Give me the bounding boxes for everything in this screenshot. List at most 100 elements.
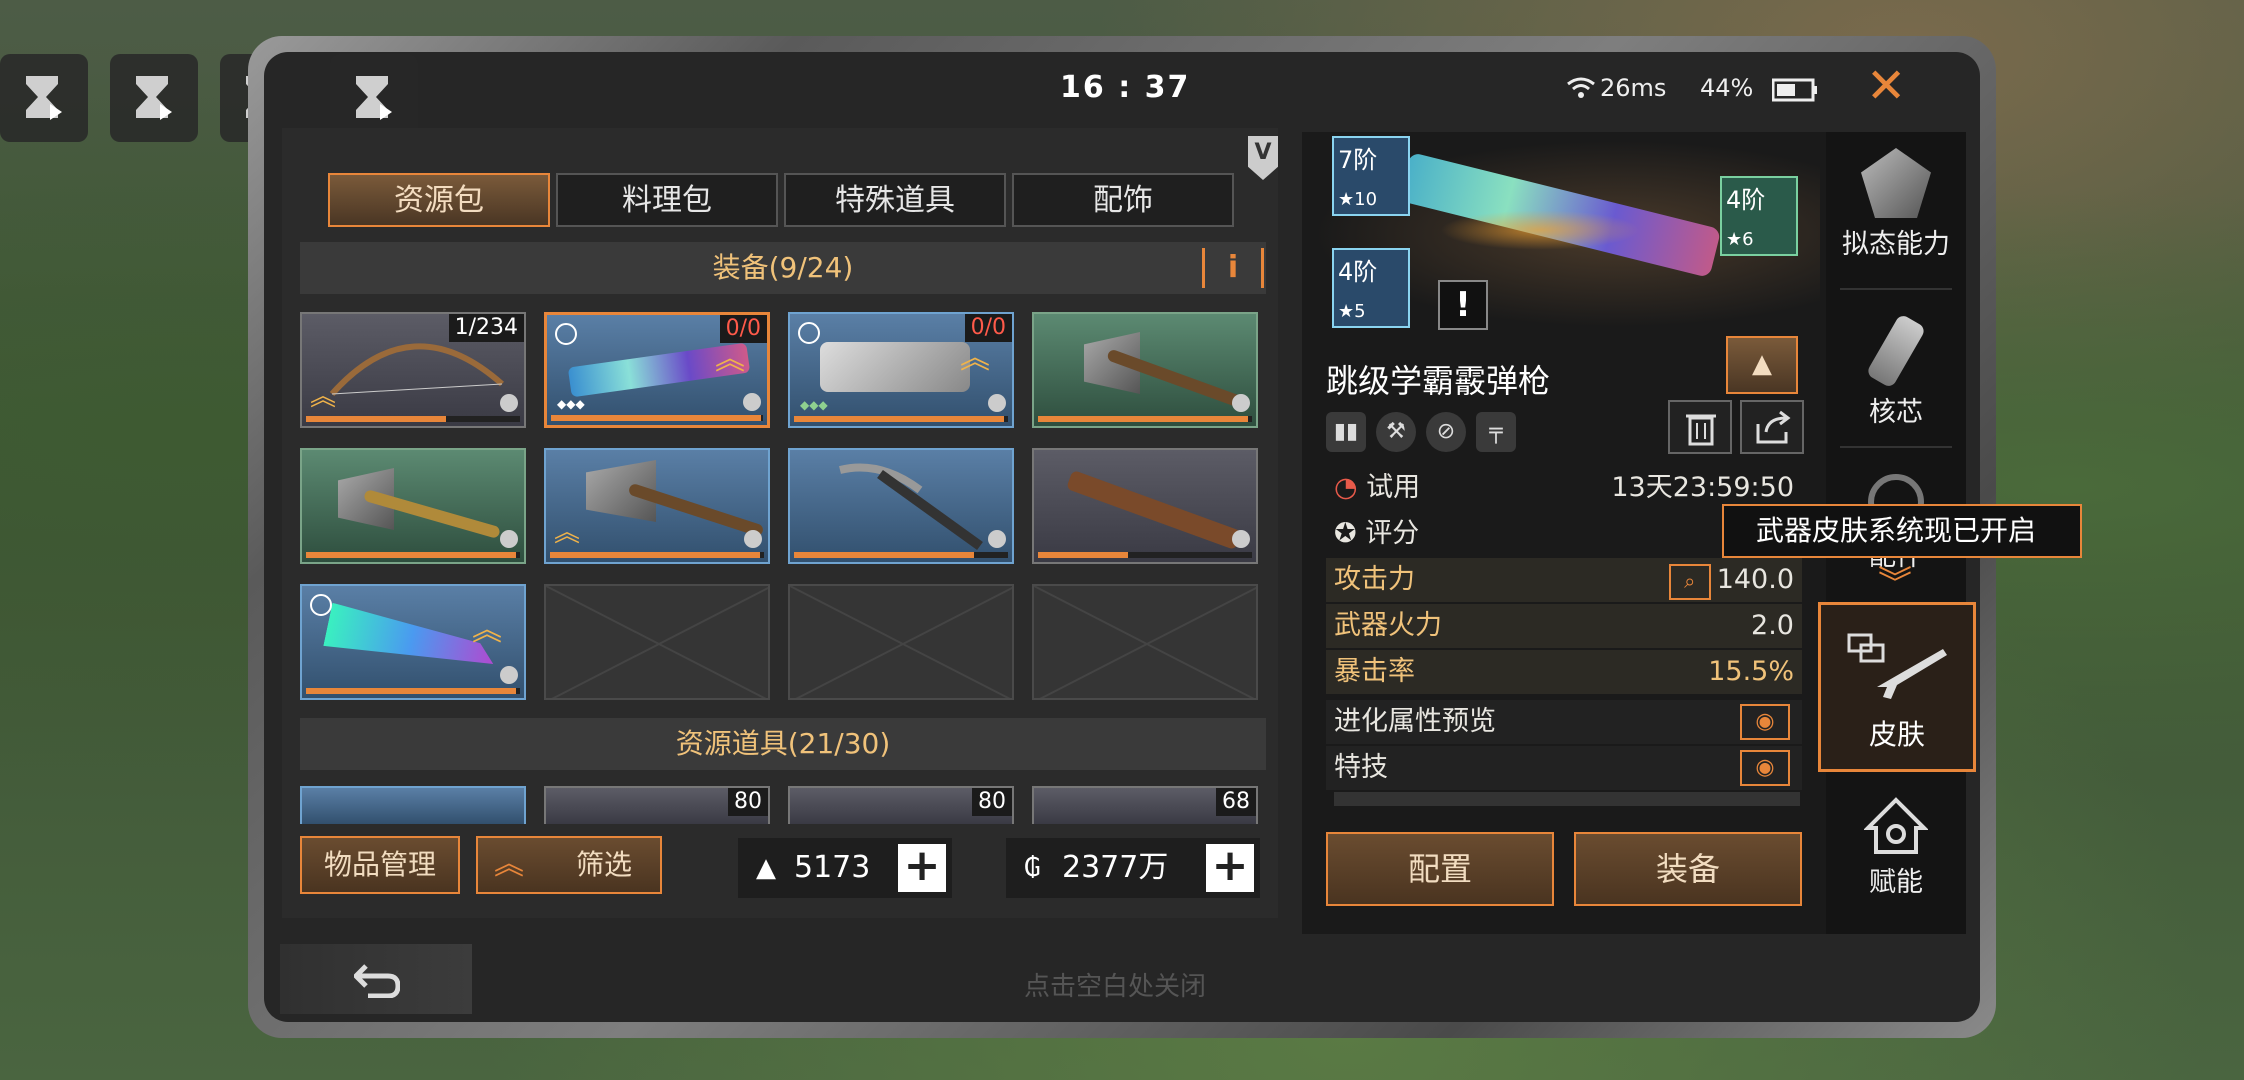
hourglass-play-icon xyxy=(356,76,392,120)
durability-bar xyxy=(306,416,446,422)
tier-badge-left[interactable]: 4阶 ★5 xyxy=(1332,248,1410,328)
item-slot-shotgun-selected[interactable]: 0/0 ︽ ◆◆◆ xyxy=(544,312,770,428)
ammo-icon: ▮▮ xyxy=(1326,412,1366,452)
weapon-name: 跳级学霸霰弹枪 xyxy=(1326,362,1551,400)
gold-bar-icon: ▲ xyxy=(756,853,776,883)
item-slot-bat[interactable] xyxy=(1032,448,1258,564)
durability-bar xyxy=(794,552,974,558)
clock-icon: ◔ xyxy=(1334,472,1358,503)
tab-resource-pack[interactable]: 资源包 xyxy=(328,173,550,227)
item-manage-button[interactable]: 物品管理 xyxy=(300,836,460,894)
ping-value: 26ms xyxy=(1600,74,1667,102)
back-arrow-icon xyxy=(354,964,400,998)
filter-label: 筛选 xyxy=(575,848,632,881)
stat-label: 武器火力 xyxy=(1334,610,1442,641)
durability-bar xyxy=(306,688,516,694)
empty-slot[interactable] xyxy=(788,584,1014,700)
tab-special-items[interactable]: 特殊道具 xyxy=(784,173,1006,227)
durability-bar xyxy=(1038,416,1248,422)
item-count: 0/0 xyxy=(719,315,767,343)
shotgun-preview-icon xyxy=(1398,152,1722,278)
tool-type-icon xyxy=(1232,394,1250,412)
item-slot-hatchet[interactable] xyxy=(300,448,526,564)
sidebar-label: 核芯 xyxy=(1869,397,1923,428)
empty-slot[interactable] xyxy=(544,584,770,700)
durability-bar xyxy=(794,416,1004,422)
mimic-ability-icon xyxy=(1861,148,1931,218)
share-button[interactable] xyxy=(1740,400,1804,454)
share-icon xyxy=(1756,410,1791,444)
info-icon[interactable]: i xyxy=(1202,248,1264,288)
trash-icon xyxy=(1686,414,1716,446)
add-coin-button[interactable]: + xyxy=(1206,844,1254,892)
rifle-icon xyxy=(820,342,970,392)
hourglass-button-1[interactable] xyxy=(0,54,88,142)
item-slot-bow[interactable]: 1/234 ︽ xyxy=(300,312,526,428)
hourglass-button-2[interactable] xyxy=(110,54,198,142)
back-button[interactable] xyxy=(280,944,472,1014)
tool-type-icon xyxy=(500,394,518,412)
item-slot-axe[interactable] xyxy=(1032,312,1258,428)
resource-slot[interactable] xyxy=(300,786,526,824)
add-gold-button[interactable]: + xyxy=(898,844,946,892)
resource-slot[interactable]: 80 xyxy=(788,786,1014,824)
tool-type-icon xyxy=(743,393,761,411)
stat-row-crit: 暴击率 15.5% xyxy=(1326,650,1802,694)
skill-row[interactable]: 特技 ◉ xyxy=(1326,746,1802,790)
item-slot-blade[interactable]: ︽ xyxy=(300,584,526,700)
durability-bar xyxy=(550,552,760,558)
tool-type-icon xyxy=(500,530,518,548)
evo-preview-row[interactable]: 进化属性预览 ◉ xyxy=(1326,700,1802,744)
skin-rifle-icon xyxy=(1847,633,1947,699)
close-icon[interactable]: ✕ xyxy=(1866,62,1906,110)
filter-button[interactable]: ︽ 筛选 xyxy=(476,836,662,894)
gem-slots-icon: ◆◆◆ xyxy=(800,398,828,412)
sidebar-item-skin-selected[interactable]: 皮肤 xyxy=(1818,602,1976,772)
sidebar-item-core[interactable]: 核芯 xyxy=(1826,313,1966,429)
equip-button[interactable]: 装备 xyxy=(1574,832,1802,906)
empty-slot-cross xyxy=(790,586,1012,698)
stat-value: 2.0 xyxy=(1751,610,1794,641)
sidebar-item-empower[interactable]: 赋能 xyxy=(1826,796,1966,899)
configure-button[interactable]: 配置 xyxy=(1326,832,1554,906)
delete-button[interactable] xyxy=(1668,400,1732,454)
eye-icon[interactable]: ◉ xyxy=(1740,750,1790,786)
eye-icon[interactable]: ◉ xyxy=(1740,704,1790,740)
rank-chevron-icon: ︽ xyxy=(310,382,337,412)
evo-preview-label: 进化属性预览 xyxy=(1334,706,1496,737)
rank-chevron-icon: ︽ xyxy=(715,342,745,377)
resource-slot[interactable]: 68 xyxy=(1032,786,1258,824)
stat-label: 暴击率 xyxy=(1334,656,1415,687)
tap-blank-close-hint[interactable]: 点击空白处关闭 xyxy=(1024,966,1206,1003)
gold-currency: ▲ 5173 + xyxy=(738,838,952,898)
durability-bar xyxy=(306,552,516,558)
sidebar-label: 赋能 xyxy=(1869,867,1923,898)
item-slot-big-axe[interactable]: ︽ xyxy=(544,448,770,564)
item-count: 1/234 xyxy=(448,314,524,342)
magnify-icon[interactable]: ⌕ xyxy=(1668,564,1711,600)
upgrade-icon[interactable]: ▲ xyxy=(1726,336,1798,394)
scrollbar[interactable] xyxy=(1334,792,1800,806)
empty-slot[interactable] xyxy=(1032,584,1258,700)
alert-icon[interactable]: ! xyxy=(1438,280,1488,330)
timer-icon xyxy=(555,323,577,345)
resource-slot[interactable]: 80 xyxy=(544,786,770,824)
hammer-icon: ⚒ xyxy=(1376,412,1416,452)
tool-type-icon xyxy=(744,530,762,548)
tab-accessories[interactable]: 配饰 xyxy=(1012,173,1234,227)
item-slot-rifle[interactable]: 0/0 ︽ ◆◆◆ xyxy=(788,312,1014,428)
rating-icon: ✪ xyxy=(1334,518,1357,549)
tier-badge-right[interactable]: 4阶 ★6 xyxy=(1720,176,1798,256)
pickaxe-icon xyxy=(839,463,983,551)
filter-chevron-icon: ︽ xyxy=(494,847,524,882)
coin-icon: ₲ xyxy=(1024,853,1041,883)
tab-food-pack[interactable]: 料理包 xyxy=(556,173,778,227)
empty-slot-cross xyxy=(546,586,768,698)
sidebar-item-mimic[interactable]: 拟态能力 xyxy=(1826,148,1966,261)
resources-section-header: 资源道具(21/30) xyxy=(300,718,1266,770)
item-slot-pickaxe[interactable] xyxy=(788,448,1014,564)
tier-stars: ★6 xyxy=(1726,229,1754,250)
gun-type-icon: ╤ xyxy=(1476,412,1516,452)
tier-badge-main[interactable]: 7阶 ★10 xyxy=(1332,136,1410,216)
tier-label: 4阶 xyxy=(1726,186,1766,214)
